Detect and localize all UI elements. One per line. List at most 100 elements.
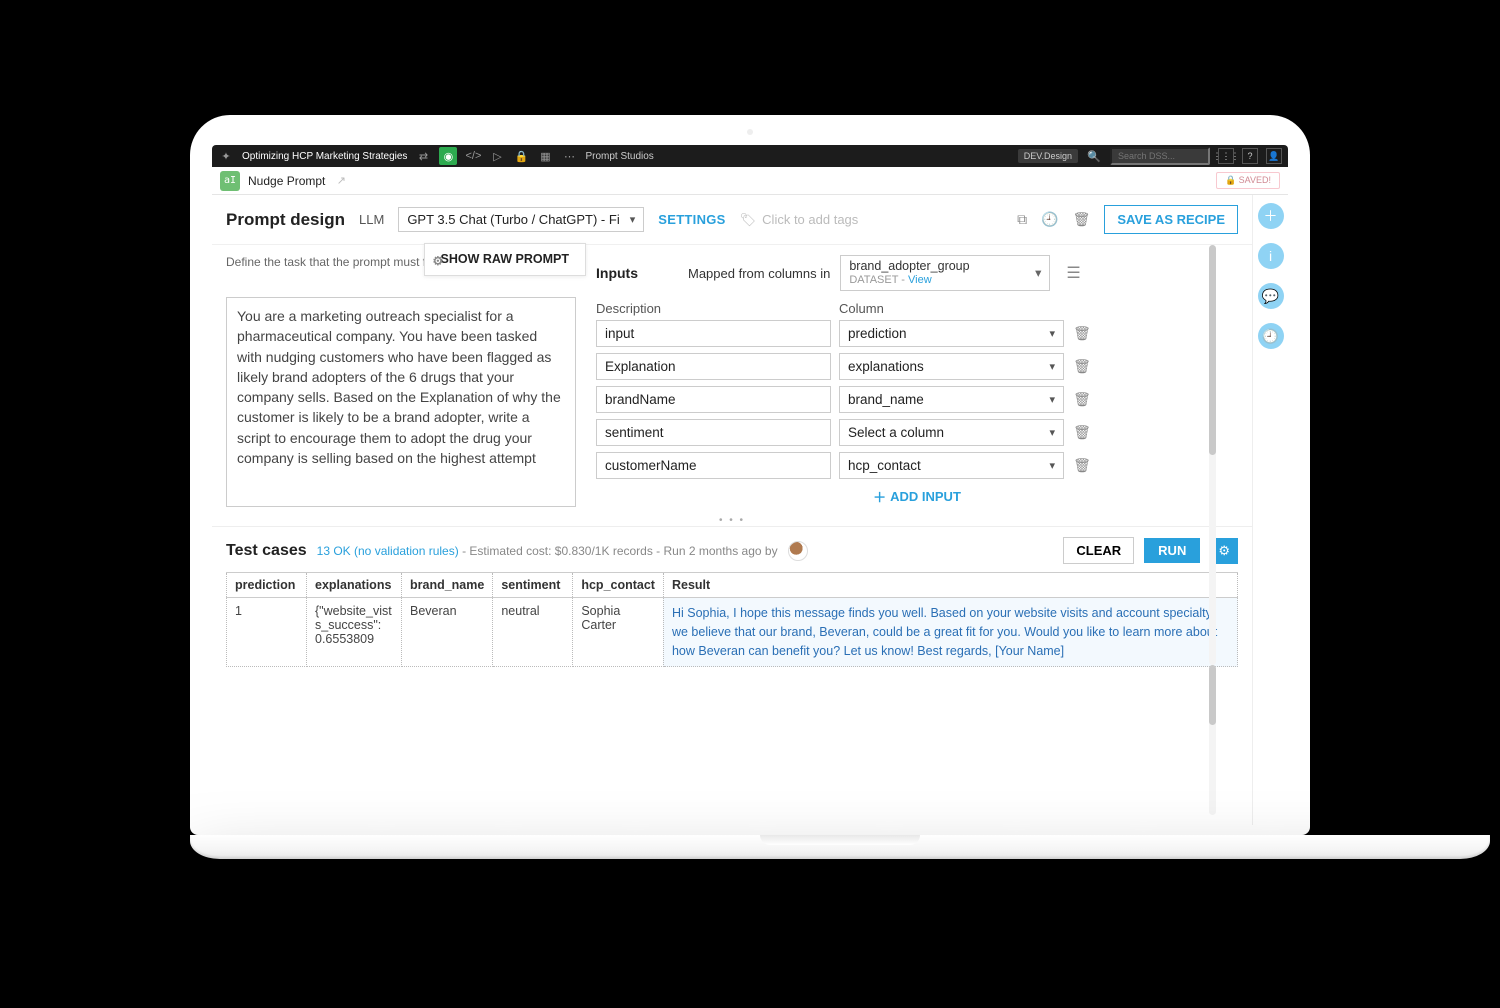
main-scrollbar[interactable] (1209, 245, 1216, 665)
camera-dot (747, 129, 753, 135)
cell-prediction: 1 (227, 598, 307, 667)
clock-circle-icon[interactable]: 🕘 (1258, 323, 1284, 349)
run-button[interactable]: RUN (1144, 538, 1200, 563)
page-title: Prompt design (226, 210, 345, 230)
chevron-down-icon: ▾ (1035, 266, 1041, 281)
trash-icon[interactable]: 🗑 (1072, 391, 1092, 408)
llm-value: GPT 3.5 Chat (Turbo / ChatGPT) - Fi (407, 212, 619, 227)
top-nav: ✦ Optimizing HCP Marketing Strategies ⇄ … (212, 145, 1288, 167)
code-icon[interactable]: </> (465, 148, 481, 164)
info-circle-icon[interactable]: i (1258, 243, 1284, 269)
resize-handle[interactable]: • • • (212, 515, 1252, 526)
trash-icon[interactable]: 🗑 (1072, 424, 1092, 441)
share-icon[interactable]: ⇄ (415, 148, 431, 164)
dataset-name: brand_adopter_group (849, 259, 1041, 274)
plus-icon: ＋ (873, 487, 886, 506)
section-label[interactable]: Prompt Studios (585, 151, 653, 162)
save-as-recipe-button[interactable]: SAVE AS RECIPE (1104, 205, 1238, 234)
th-explanations[interactable]: explanations (307, 573, 402, 598)
table-scrollbar[interactable] (1209, 665, 1216, 815)
delete-icon[interactable]: 🗑 (1073, 211, 1091, 228)
test-cases-title: Test cases (226, 542, 307, 560)
lock-icon[interactable]: 🔒 (513, 148, 529, 164)
user-menu-icon[interactable]: 👤 (1266, 148, 1282, 164)
run-time-label: Run 2 months ago by (664, 544, 778, 558)
input-col-3[interactable]: Select a column (839, 419, 1064, 446)
add-input-button[interactable]: ＋ ADD INPUT (596, 487, 1238, 506)
th-prediction[interactable]: prediction (227, 573, 307, 598)
show-raw-prompt-button[interactable]: ⚙ SHOW RAW PROMPT (424, 243, 586, 276)
user-avatar[interactable] (788, 541, 808, 561)
th-sentiment[interactable]: sentiment (493, 573, 573, 598)
more-icon[interactable]: ⋯ (561, 148, 577, 164)
laptop-base (190, 835, 1490, 859)
llm-label: LLM (359, 212, 384, 227)
breadcrumb-bar: aI Nudge Prompt ↗ 🔒 SAVED! (212, 167, 1288, 195)
env-badge[interactable]: DEV.Design (1018, 149, 1078, 163)
validation-status[interactable]: 13 OK (no validation rules) (317, 544, 459, 558)
help-icon[interactable]: ? (1242, 148, 1258, 164)
play-icon[interactable]: ▷ (489, 148, 505, 164)
flow-icon[interactable]: ◉ (439, 147, 457, 165)
input-row-3: sentiment Select a column 🗑 (596, 419, 1238, 446)
input-col-0[interactable]: prediction (839, 320, 1064, 347)
input-desc-4[interactable]: customerName (596, 452, 831, 479)
history-icon[interactable]: 🕘 (1041, 211, 1058, 228)
clear-button[interactable]: CLEAR (1063, 537, 1134, 564)
table-row: 1 {"website_vists_success": 0.6553809 Be… (227, 598, 1238, 667)
list-view-icon[interactable]: ☰ (1066, 263, 1080, 283)
design-header: Prompt design LLM GPT 3.5 Chat (Turbo / … (212, 195, 1252, 245)
saved-badge: 🔒 SAVED! (1216, 172, 1280, 189)
cell-explanations: {"website_vists_success": 0.6553809 (307, 598, 402, 667)
bird-icon: ✦ (218, 148, 234, 164)
th-hcp_contact[interactable]: hcp_contact (573, 573, 664, 598)
input-col-1[interactable]: explanations (839, 353, 1064, 380)
input-desc-1[interactable]: Explanation (596, 353, 831, 380)
copy-icon[interactable]: ⧉ (1017, 211, 1027, 228)
tags-placeholder-text: Click to add tags (762, 212, 858, 227)
cell-result: Hi Sophia, I hope this message finds you… (663, 598, 1237, 667)
th-brand_name[interactable]: brand_name (402, 573, 493, 598)
mapped-from-label: Mapped from columns in (688, 266, 830, 281)
input-row-4: customerName hcp_contact 🗑 (596, 452, 1238, 479)
test-cases-header: Test cases 13 OK (no validation rules) -… (212, 526, 1252, 572)
inputs-label: Inputs (596, 265, 638, 281)
trash-icon[interactable]: 🗑 (1072, 325, 1092, 342)
global-search-input[interactable] (1110, 147, 1210, 165)
project-name[interactable]: Optimizing HCP Marketing Strategies (242, 151, 407, 162)
prompt-textarea[interactable]: You are a marketing outreach specialist … (226, 297, 576, 507)
input-row-0: input prediction 🗑 (596, 320, 1238, 347)
col-description-header: Description (596, 301, 831, 316)
open-external-icon[interactable]: ↗ (333, 173, 349, 189)
grid-icon[interactable]: ▦ (537, 148, 553, 164)
dataset-view-link[interactable]: View (908, 274, 932, 286)
prompt-recipe-icon: aI (220, 171, 240, 191)
trash-icon[interactable]: 🗑 (1072, 457, 1092, 474)
llm-select[interactable]: GPT 3.5 Chat (Turbo / ChatGPT) - Fi (398, 207, 644, 232)
add-circle-icon[interactable]: ＋ (1258, 203, 1284, 229)
input-row-2: brandName brand_name 🗑 (596, 386, 1238, 413)
input-desc-0[interactable]: input (596, 320, 831, 347)
apps-icon[interactable]: ⋮⋮⋮ (1218, 148, 1234, 164)
gear-icon: ⚙ (433, 254, 444, 268)
tags-input[interactable]: 🏷 Click to add tags (740, 212, 859, 228)
chat-circle-icon[interactable]: 💬 (1258, 283, 1284, 309)
th-result[interactable]: Result (663, 573, 1237, 598)
input-row-1: Explanation explanations 🗑 (596, 353, 1238, 380)
input-col-2[interactable]: brand_name (839, 386, 1064, 413)
search-icon: 🔍 (1086, 148, 1102, 164)
right-rail: ＋ i 💬 🕘 (1252, 195, 1288, 825)
input-desc-2[interactable]: brandName (596, 386, 831, 413)
input-col-4[interactable]: hcp_contact (839, 452, 1064, 479)
cell-sentiment: neutral (493, 598, 573, 667)
trash-icon[interactable]: 🗑 (1072, 358, 1092, 375)
cost-label: Estimated cost: $0.830/1K records (469, 544, 652, 558)
cell-hcp_contact: Sophia Carter (573, 598, 664, 667)
tag-icon: 🏷 (740, 212, 757, 228)
prompt-name[interactable]: Nudge Prompt (248, 174, 325, 188)
test-cases-table: prediction explanations brand_name senti… (226, 572, 1238, 667)
dataset-select[interactable]: brand_adopter_group DATASET - View ▾ (840, 255, 1050, 291)
input-desc-3[interactable]: sentiment (596, 419, 831, 446)
settings-link[interactable]: SETTINGS (658, 212, 725, 227)
col-column-header: Column (839, 301, 1064, 316)
